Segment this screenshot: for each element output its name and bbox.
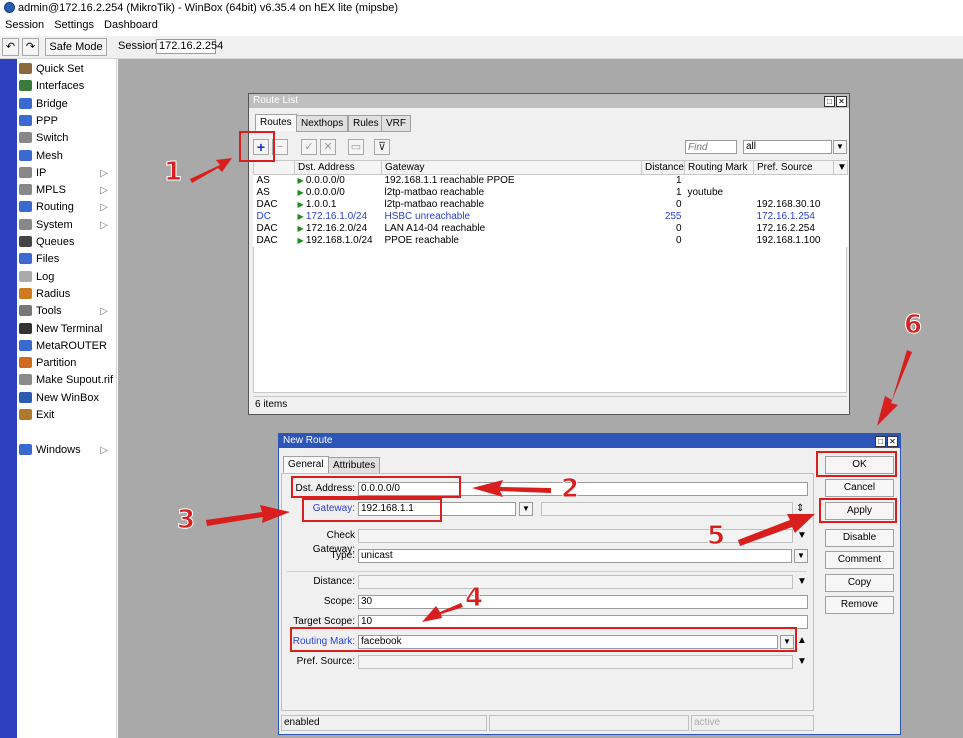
arrow-icon xyxy=(190,158,232,183)
annotation-2: 2 xyxy=(560,474,580,505)
annotation-6: 6 xyxy=(903,310,923,341)
arrow-icon xyxy=(422,603,463,622)
annotation-3: 3 xyxy=(176,505,196,536)
annotation-arrows xyxy=(190,158,912,622)
arrow-icon xyxy=(877,350,912,426)
annotation-1: 1 xyxy=(163,157,183,188)
annotation-4: 4 xyxy=(464,583,484,614)
arrow-icon xyxy=(206,505,290,526)
arrow-icon xyxy=(738,514,815,546)
arrow-icon xyxy=(472,480,551,497)
annotation-5: 5 xyxy=(706,521,726,552)
